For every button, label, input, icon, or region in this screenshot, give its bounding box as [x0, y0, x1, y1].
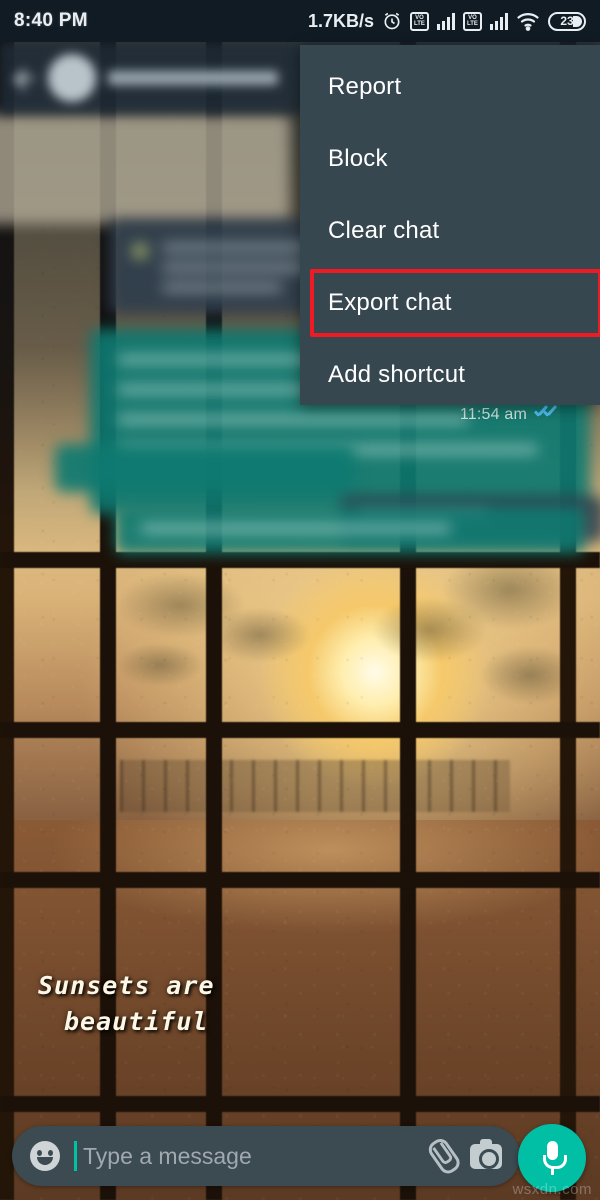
message-bubble[interactable]: [55, 444, 355, 492]
menu-item-report[interactable]: Report: [300, 51, 600, 123]
volte-icon-sim2: VO LTE: [463, 11, 482, 31]
signal-bars-icon: [437, 12, 455, 30]
grille-bar-horizontal: [0, 722, 600, 738]
grille-bar-horizontal: [0, 1096, 600, 1112]
menu-item-label: Export chat: [328, 289, 452, 316]
battery-icon: 23: [548, 11, 586, 31]
camera-icon[interactable]: [470, 1138, 502, 1169]
avatar[interactable]: [48, 54, 96, 102]
status-icons-group: 1.7KB/s VO LTE VO LTE 23: [308, 11, 586, 32]
overflow-menu[interactable]: Report Block Clear chat Export chat Add …: [300, 45, 600, 405]
volte-bottom-label: LTE: [467, 21, 478, 27]
battery-percent-text: 23: [560, 14, 574, 28]
back-arrow-icon[interactable]: [14, 67, 36, 89]
signal-bars-icon: [490, 12, 508, 30]
status-clock: 8:40 PM: [14, 10, 88, 31]
wallpaper-caption: Sunsets are beautiful: [38, 968, 358, 1040]
paperclip-icon[interactable]: [420, 1134, 463, 1177]
menu-item-block[interactable]: Block: [300, 123, 600, 195]
message-input-bar: Type a message: [0, 1116, 600, 1200]
network-speed-text: 1.7KB/s: [307, 10, 374, 31]
message-input-pill[interactable]: Type a message: [12, 1126, 520, 1186]
text-caret: [74, 1141, 77, 1171]
menu-item-label: Report: [328, 73, 402, 100]
search-input[interactable]: Type a message: [83, 1143, 412, 1170]
menu-item-clear-chat[interactable]: Clear chat: [300, 195, 600, 267]
phone-screen: Sunsets are beautiful 11:54 am 8:40 PM 1…: [0, 0, 600, 1200]
menu-item-label: Block: [328, 145, 388, 172]
volte-bottom-label: LTE: [414, 21, 425, 27]
volte-icon-sim1: VO LTE: [410, 11, 429, 31]
caption-line-2: beautiful: [64, 1007, 209, 1036]
status-bar: 8:40 PM 1.7KB/s VO LTE VO LTE 23: [0, 0, 600, 42]
watermark: wsxdn.com: [512, 1181, 592, 1198]
caption-line-1: Sunsets are: [38, 971, 215, 1000]
microphone-icon: [543, 1141, 567, 1175]
menu-item-label: Add shortcut: [328, 361, 466, 388]
grille-bar-horizontal: [0, 872, 600, 888]
alarm-clock-icon: [382, 11, 402, 31]
menu-item-add-shortcut[interactable]: Add shortcut: [300, 339, 600, 411]
wifi-icon: [516, 11, 540, 31]
smiley-face-icon[interactable]: [30, 1141, 60, 1171]
menu-item-export-chat[interactable]: Export chat: [300, 267, 600, 339]
message-bubble[interactable]: [115, 506, 585, 554]
menu-item-label: Clear chat: [328, 217, 440, 244]
message-bubble[interactable]: [0, 114, 290, 224]
contact-name[interactable]: [108, 71, 278, 85]
